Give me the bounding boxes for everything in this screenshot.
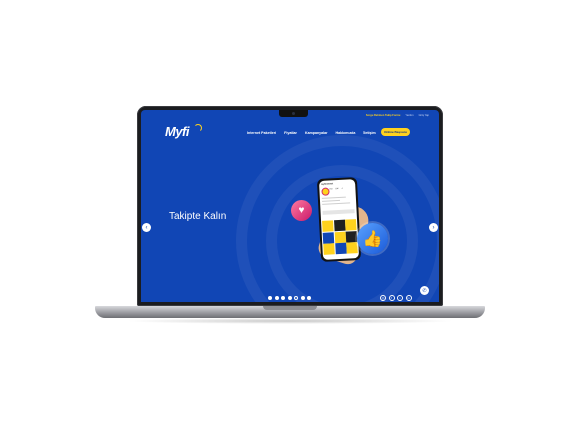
linkedin-icon[interactable]: in bbox=[405, 295, 412, 301]
hero-headline: Takipte Kalın bbox=[169, 211, 227, 222]
laptop-lid: Sorgu Rehinen Takip Formu Yardım Giriş Y… bbox=[137, 106, 443, 306]
carousel-dot[interactable] bbox=[281, 296, 285, 300]
nav-item-contact[interactable]: İletişim bbox=[363, 131, 375, 135]
profile-stat: 18K bbox=[335, 187, 339, 191]
logo-text: Myfi bbox=[165, 124, 190, 139]
online-apply-button[interactable]: Online Başvuru bbox=[381, 128, 410, 136]
profile-stat: 4 bbox=[341, 187, 343, 190]
post-tile bbox=[346, 242, 358, 254]
instagram-icon[interactable]: ◎ bbox=[380, 295, 386, 301]
top-utility-bar: Sorgu Rehinen Takip Formu Yardım Giriş Y… bbox=[366, 114, 429, 117]
carousel-dot[interactable] bbox=[287, 296, 292, 300]
laptop-base bbox=[95, 306, 485, 318]
follow-button bbox=[322, 209, 355, 215]
bio-line bbox=[321, 196, 346, 199]
wifi-icon bbox=[194, 124, 202, 132]
laptop-mockup: Sorgu Rehinen Takip Formu Yardım Giriş Y… bbox=[95, 106, 485, 329]
thumbs-up-icon: 👍 bbox=[357, 223, 388, 254]
brand-logo[interactable]: Myfi bbox=[165, 123, 202, 139]
nav-item-about[interactable]: Hakkımızda bbox=[336, 131, 356, 135]
profile-stat: 153 bbox=[329, 188, 333, 191]
call-button[interactable]: ✆ bbox=[420, 286, 429, 295]
carousel-prev-button[interactable]: ‹ bbox=[142, 223, 151, 232]
chevron-left-icon: ‹ bbox=[145, 224, 148, 231]
post-tile bbox=[345, 230, 358, 243]
social-links: ◎ f t in bbox=[380, 295, 412, 301]
facebook-icon[interactable]: f bbox=[388, 295, 395, 301]
phone-icon: ✆ bbox=[422, 287, 427, 294]
carousel-dot[interactable] bbox=[274, 296, 279, 300]
profile-stats: 153 18K 4 bbox=[329, 188, 342, 191]
post-tile bbox=[345, 219, 357, 231]
laptop-shadow bbox=[125, 318, 455, 324]
bio-line bbox=[322, 202, 351, 205]
heart-icon: ♥ bbox=[291, 200, 312, 221]
carousel-next-button[interactable]: › bbox=[429, 223, 438, 232]
nav-item-prices[interactable]: Fiyatlar bbox=[284, 131, 297, 135]
chevron-right-icon: › bbox=[432, 224, 435, 231]
carousel-dot[interactable] bbox=[307, 296, 311, 300]
main-nav: Internet Paketleri Fiyatlar Kampanyalar … bbox=[247, 131, 376, 135]
post-grid bbox=[322, 219, 358, 255]
nav-item-campaigns[interactable]: Kampanyalar bbox=[305, 131, 328, 135]
carousel-dot-active[interactable] bbox=[294, 296, 298, 300]
post-tile bbox=[322, 231, 335, 244]
topbar-link[interactable]: Giriş Yap bbox=[419, 114, 429, 117]
profile-name: myfinternet bbox=[321, 183, 334, 186]
post-tile bbox=[334, 242, 347, 255]
carousel-dot[interactable] bbox=[268, 296, 272, 300]
bio-line bbox=[322, 199, 341, 202]
post-tile bbox=[333, 219, 346, 232]
topbar-link[interactable]: Yardım bbox=[405, 114, 413, 117]
camera-notch bbox=[279, 110, 308, 117]
post-tile bbox=[334, 231, 346, 243]
post-tile bbox=[322, 220, 334, 232]
twitter-icon[interactable]: t bbox=[397, 295, 403, 301]
phone-screen: myfinternet 153 18K 4 bbox=[318, 179, 360, 260]
topbar-link[interactable]: Sorgu Rehinen Takip Formu bbox=[366, 114, 401, 117]
post-tile bbox=[323, 243, 335, 255]
carousel-dots bbox=[268, 296, 311, 300]
website-screen: Sorgu Rehinen Takip Formu Yardım Giriş Y… bbox=[141, 110, 439, 302]
carousel-dot[interactable] bbox=[300, 296, 305, 300]
nav-item-internet-packages[interactable]: Internet Paketleri bbox=[247, 131, 276, 135]
phone-illustration: myfinternet 153 18K 4 bbox=[316, 177, 362, 262]
